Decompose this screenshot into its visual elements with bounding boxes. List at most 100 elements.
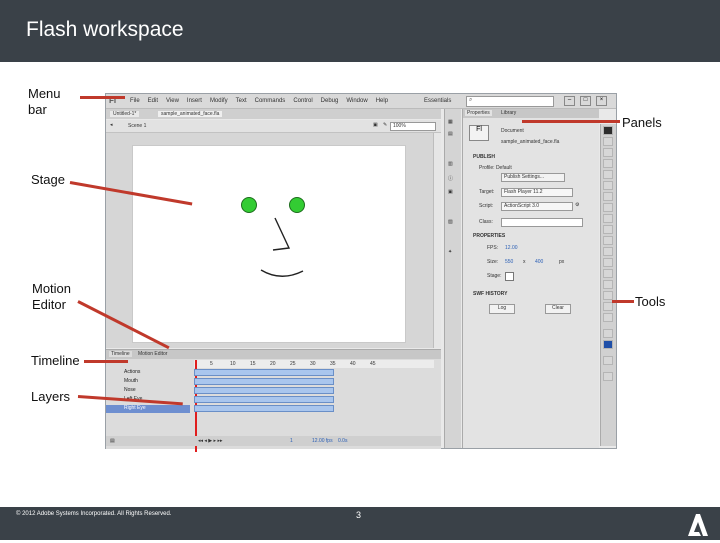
flash-window: Fl File Edit View Insert Modify Text Com… bbox=[105, 93, 617, 452]
zoom-select[interactable]: 100% bbox=[390, 122, 436, 131]
back-arrow-icon[interactable]: ◂ bbox=[110, 122, 113, 128]
class-label: Class: bbox=[479, 219, 493, 225]
tab-library[interactable]: Library bbox=[499, 110, 518, 116]
publish-settings-button[interactable]: Publish Settings... bbox=[501, 173, 565, 182]
menu-control[interactable]: Control bbox=[293, 98, 312, 104]
paint-bucket-tool-icon[interactable] bbox=[603, 269, 613, 278]
text-tool-icon[interactable] bbox=[603, 192, 613, 201]
layer-row-mouth[interactable]: Mouth bbox=[106, 378, 190, 386]
deco-tool-icon[interactable] bbox=[603, 247, 613, 256]
pen-tool-icon[interactable] bbox=[603, 181, 613, 190]
edit-bar: ◂ Scene 1 ▣ ✎ 100% bbox=[106, 120, 441, 133]
tab-properties[interactable]: Properties bbox=[465, 110, 492, 116]
rectangle-tool-icon[interactable] bbox=[603, 214, 613, 223]
menu-text[interactable]: Text bbox=[236, 98, 247, 104]
frame-rate[interactable]: 12.00 fps bbox=[312, 438, 333, 444]
layer-frames-right-eye[interactable] bbox=[194, 405, 334, 412]
properties-panel: Properties Library Fl Document sample_an… bbox=[462, 109, 599, 448]
free-transform-tool-icon[interactable] bbox=[603, 148, 613, 157]
pencil-tool-icon[interactable] bbox=[603, 225, 613, 234]
tools-panel bbox=[600, 124, 616, 446]
workspace-switcher[interactable]: Essentials bbox=[424, 98, 451, 104]
menu-commands[interactable]: Commands bbox=[255, 98, 286, 104]
log-button[interactable]: Log bbox=[489, 304, 515, 314]
search-input[interactable]: ⌕ bbox=[466, 96, 554, 107]
menu-help[interactable]: Help bbox=[376, 98, 388, 104]
footer-copyright: © 2012 Adobe Systems Incorporated. All R… bbox=[16, 511, 172, 517]
layer-frames-nose[interactable] bbox=[194, 387, 334, 394]
clear-button[interactable]: Clear bbox=[545, 304, 571, 314]
menu-debug[interactable]: Debug bbox=[321, 98, 339, 104]
layer-name: Nose bbox=[124, 387, 136, 393]
swatches-panel-icon[interactable]: ▤ bbox=[448, 131, 453, 137]
stage[interactable] bbox=[132, 145, 406, 343]
callout-line-tools bbox=[612, 300, 634, 303]
target-select[interactable]: Flash Player 11.2 bbox=[501, 188, 573, 197]
stroke-color-icon[interactable] bbox=[603, 329, 613, 338]
fps-value[interactable]: 12.00 bbox=[505, 245, 518, 251]
close-icon[interactable]: × bbox=[596, 96, 607, 106]
align-panel-icon[interactable]: ▥ bbox=[448, 161, 453, 167]
size-width[interactable]: 550 bbox=[505, 259, 513, 265]
tab-timeline[interactable]: Timeline bbox=[109, 351, 132, 357]
lasso-tool-icon[interactable] bbox=[603, 170, 613, 179]
snap-to-objects-icon[interactable] bbox=[603, 372, 613, 381]
menu-file[interactable]: File bbox=[130, 98, 140, 104]
layer-row-nose[interactable]: Nose bbox=[106, 387, 190, 395]
layer-row-right-eye[interactable]: Right Eye bbox=[106, 405, 190, 413]
menu-modify[interactable]: Modify bbox=[210, 98, 228, 104]
selection-tool-icon[interactable] bbox=[603, 126, 613, 135]
size-height[interactable]: 400 bbox=[535, 259, 543, 265]
3d-rotation-tool-icon[interactable] bbox=[603, 159, 613, 168]
frame-number-20: 20 bbox=[270, 361, 276, 367]
callout-timeline: Timeline bbox=[31, 353, 80, 368]
eyedropper-tool-icon[interactable] bbox=[603, 280, 613, 289]
motion-presets-icon[interactable]: ✦ bbox=[448, 249, 452, 255]
layer-frames-left-eye[interactable] bbox=[194, 396, 334, 403]
subselection-tool-icon[interactable] bbox=[603, 137, 613, 146]
menu-view[interactable]: View bbox=[166, 98, 179, 104]
scene-label[interactable]: Scene 1 bbox=[128, 123, 146, 129]
tab-untitled[interactable]: Untitled-1* bbox=[110, 111, 140, 117]
stage-color-swatch[interactable] bbox=[505, 272, 514, 281]
stage-vertical-scrollbar[interactable] bbox=[433, 133, 441, 348]
document-file-name: sample_animated_face.fla bbox=[501, 139, 560, 145]
minimize-icon[interactable]: – bbox=[564, 96, 575, 106]
layer-frames-mouth[interactable] bbox=[194, 378, 334, 385]
class-field[interactable] bbox=[501, 218, 583, 227]
fill-color-icon[interactable] bbox=[603, 340, 613, 349]
timeline-status-bar: ▤ ◂◂ ◂ ▶ ▸ ▸▸ 1 12.00 fps 0.0s bbox=[106, 436, 441, 446]
swap-colors-icon[interactable] bbox=[603, 356, 613, 365]
tab-motion-editor[interactable]: Motion Editor bbox=[136, 351, 169, 357]
edit-scene-icon[interactable]: ▣ bbox=[373, 122, 378, 128]
menu-window[interactable]: Window bbox=[346, 98, 367, 104]
layer-row-actions[interactable]: Actions bbox=[106, 369, 190, 377]
menu-bar: Fl File Edit View Insert Modify Text Com… bbox=[106, 94, 616, 109]
search-icon: ⌕ bbox=[469, 97, 473, 103]
bone-tool-icon[interactable] bbox=[603, 258, 613, 267]
callout-line-timeline bbox=[84, 360, 128, 363]
line-tool-icon[interactable] bbox=[603, 203, 613, 212]
menu-edit[interactable]: Edit bbox=[148, 98, 158, 104]
layer-frames-actions[interactable] bbox=[194, 369, 334, 376]
transform-panel-icon[interactable]: ▣ bbox=[448, 189, 453, 195]
edit-symbol-icon[interactable]: ✎ bbox=[383, 122, 387, 128]
properties-section-header[interactable]: PROPERTIES bbox=[473, 233, 505, 239]
menu-items: File Edit View Insert Modify Text Comman… bbox=[130, 98, 388, 104]
hand-tool-icon[interactable] bbox=[603, 302, 613, 311]
menu-insert[interactable]: Insert bbox=[187, 98, 202, 104]
zoom-tool-icon[interactable] bbox=[603, 313, 613, 322]
eraser-tool-icon[interactable] bbox=[603, 291, 613, 300]
maximize-icon[interactable]: □ bbox=[580, 96, 591, 106]
tab-sample-file[interactable]: sample_animated_face.fla bbox=[158, 111, 223, 117]
brush-tool-icon[interactable] bbox=[603, 236, 613, 245]
wrench-icon[interactable]: ⚙ bbox=[575, 202, 579, 208]
info-panel-icon[interactable]: ⓘ bbox=[448, 175, 453, 182]
components-panel-icon[interactable]: ▧ bbox=[448, 219, 453, 225]
publish-section-header[interactable]: PUBLISH bbox=[473, 154, 495, 160]
color-panel-icon[interactable]: ▦ bbox=[448, 119, 453, 125]
play-controls-icon[interactable]: ◂◂ ◂ ▶ ▸ ▸▸ bbox=[198, 438, 222, 444]
swf-history-header[interactable]: SWF HISTORY bbox=[473, 291, 507, 297]
script-select[interactable]: ActionScript 3.0 bbox=[501, 202, 573, 211]
new-layer-icon[interactable]: ▤ bbox=[110, 438, 115, 444]
